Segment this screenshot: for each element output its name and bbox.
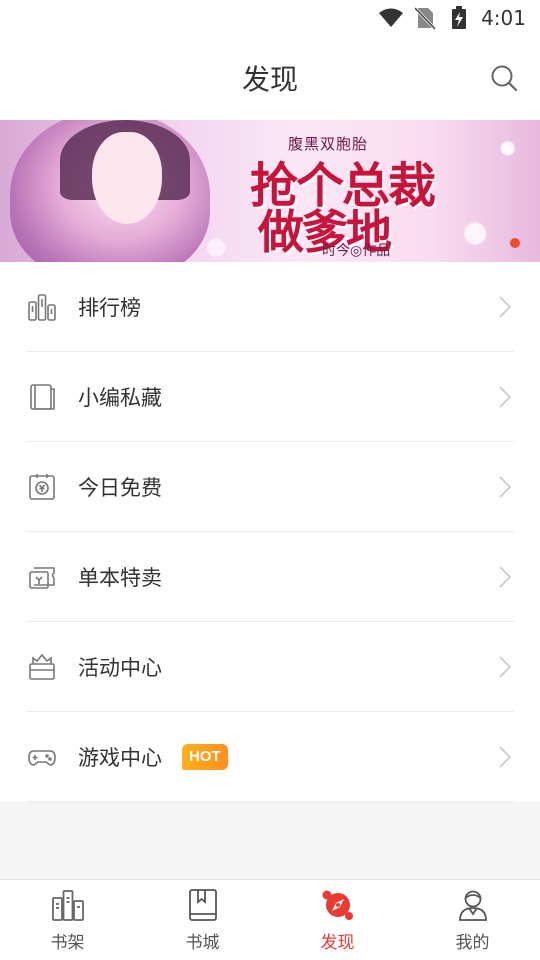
menu-item-label: 今日免费 [78, 476, 162, 500]
hot-badge: HOT [182, 744, 228, 770]
tab-label: 我的 [455, 933, 490, 953]
menu-item-label: 排行榜 [78, 296, 141, 320]
tab-discover[interactable]: 发现 [270, 880, 405, 960]
tab-label: 书城 [185, 933, 220, 953]
chevron-right-icon [498, 295, 512, 319]
chevron-right-icon [498, 655, 512, 679]
promo-banner[interactable]: 腹黑双胞胎 抢个总裁 做爹地 时今◎作品 [0, 120, 540, 262]
free-coupon-icon [28, 473, 56, 501]
profile-icon [456, 888, 490, 924]
battery-charging-icon [447, 6, 471, 30]
bottom-tab-bar: 书架 书城 发现 我的 [0, 879, 540, 960]
book-icon [28, 383, 56, 411]
page-title: 发现 [241, 63, 298, 96]
menu-item-label: 活动中心 [78, 656, 162, 680]
chevron-right-icon [498, 475, 512, 499]
discover-icon [321, 888, 355, 924]
bookstore-icon [186, 888, 220, 924]
gamepad-icon [28, 743, 56, 771]
banner-page-indicator [510, 238, 520, 248]
menu-item-free-today[interactable]: 今日免费 [0, 442, 540, 532]
menu-item-game-center[interactable]: 游戏中心 HOT [0, 712, 540, 802]
page-header: 发现 [0, 36, 540, 120]
banner-author: 时今◎作品 [322, 243, 391, 259]
bookshelf-icon [51, 888, 85, 924]
menu-item-ranking[interactable]: 排行榜 [0, 262, 540, 352]
wifi-icon [379, 6, 404, 30]
menu-item-label: 单本特卖 [78, 566, 162, 590]
ranking-icon [28, 293, 56, 321]
gift-box-icon [28, 653, 56, 681]
menu-item-single-sale[interactable]: 单本特卖 [0, 532, 540, 622]
search-icon[interactable] [490, 64, 518, 92]
no-sim-icon [413, 6, 437, 30]
chevron-right-icon [498, 745, 512, 769]
chevron-right-icon [498, 385, 512, 409]
discover-menu: 排行榜 小编私藏 今日免费 单本特卖 活动中心 游戏中心 HOT [0, 262, 540, 802]
tab-bookshelf[interactable]: 书架 [0, 880, 135, 960]
menu-item-label: 小编私藏 [78, 386, 162, 410]
menu-item-editor-picks[interactable]: 小编私藏 [0, 352, 540, 442]
status-time: 4:01 [481, 6, 526, 30]
tab-label: 书架 [50, 933, 85, 953]
tab-profile[interactable]: 我的 [405, 880, 540, 960]
tab-label: 发现 [320, 933, 355, 953]
chevron-right-icon [498, 565, 512, 589]
status-bar: 4:01 [0, 0, 540, 36]
divider [26, 801, 514, 802]
menu-item-label: 游戏中心 [78, 746, 162, 770]
tab-bookstore[interactable]: 书城 [135, 880, 270, 960]
ticket-icon [28, 563, 56, 591]
menu-item-events[interactable]: 活动中心 [0, 622, 540, 712]
